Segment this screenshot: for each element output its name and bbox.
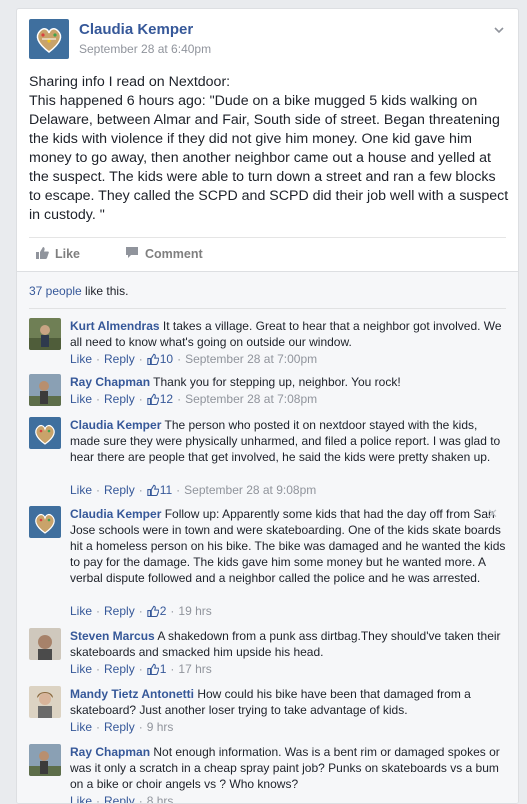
commenter-name[interactable]: Ray Chapman	[70, 375, 150, 389]
comment-meta: Like · Reply · 1 · 17 hrs	[70, 662, 212, 676]
comment-meta: Like · Reply · 11 · September 28 at 9:08…	[70, 483, 317, 497]
comment-like-link[interactable]: Like	[70, 720, 92, 734]
comment-meta: Like · Reply · 12 · September 28 at 7:08…	[70, 392, 318, 406]
author-avatar[interactable]	[29, 19, 69, 59]
commenter-name[interactable]: Ray Chapman	[70, 745, 150, 759]
comment-text: Steven Marcus A shakedown from a punk as…	[70, 628, 510, 660]
comment-timestamp[interactable]: 8 hrs	[147, 794, 174, 803]
like-button-label: Like	[55, 247, 81, 261]
comment-reply-link[interactable]: Reply	[104, 352, 135, 366]
comment-like-link[interactable]: Like	[70, 352, 92, 366]
comment-text: Claudia Kemper Follow up: Apparently som…	[70, 506, 510, 586]
thumbs-up-icon	[147, 393, 159, 405]
comment-like-count[interactable]: 11	[147, 483, 172, 497]
commenter-avatar[interactable]	[29, 374, 61, 406]
comment-text: Kurt Almendras It takes a village. Great…	[70, 318, 510, 350]
commenter-name[interactable]: Claudia Kemper	[70, 507, 161, 521]
post-body-text: Sharing info I read on Nextdoor: This ha…	[29, 74, 509, 223]
comment-body: Thank you for stepping up, neighbor. You…	[153, 375, 401, 389]
thumbs-up-icon	[35, 246, 49, 262]
commenter-avatar[interactable]	[29, 506, 61, 538]
divider	[29, 308, 506, 309]
comment-meta: Like · Reply · 8 hrs	[70, 794, 174, 803]
comment-timestamp[interactable]: September 28 at 7:00pm	[185, 352, 317, 366]
commenter-avatar[interactable]	[29, 744, 61, 776]
commenter-name[interactable]: Kurt Almendras	[70, 319, 160, 333]
like-button[interactable]: Like	[35, 246, 80, 262]
chevron-down-icon[interactable]	[492, 23, 506, 37]
likes-summary: 37 people like this.	[29, 284, 128, 298]
commenter-avatar[interactable]	[29, 628, 61, 660]
comment-text: Ray Chapman Not enough information. Was …	[70, 744, 510, 792]
comments-section: 37 people like this. Kurt Almendras It t…	[17, 271, 518, 803]
comment-like-link[interactable]: Like	[70, 662, 92, 676]
thumbs-up-icon	[147, 605, 159, 617]
post-card: Claudia Kemper September 28 at 6:40pm Sh…	[16, 8, 519, 804]
thumbs-up-icon	[147, 484, 159, 496]
commenter-avatar[interactable]	[29, 318, 61, 350]
comment-timestamp[interactable]: 19 hrs	[178, 604, 211, 618]
comment-timestamp[interactable]: 17 hrs	[178, 662, 211, 676]
comment-meta: Like · Reply · 10 · September 28 at 7:00…	[70, 352, 318, 366]
comment-like-number: 12	[159, 392, 174, 406]
comment-like-link[interactable]: Like	[70, 483, 92, 497]
thumbs-up-icon	[147, 353, 159, 365]
comment-like-number: 10	[159, 352, 174, 366]
comment-like-number: 11	[159, 483, 173, 497]
commenter-avatar[interactable]	[29, 417, 61, 449]
likes-suffix: like this.	[81, 284, 129, 298]
comment-timestamp[interactable]: September 28 at 9:08pm	[184, 483, 316, 497]
comment-reply-link[interactable]: Reply	[104, 604, 135, 618]
comment-text: Mandy Tietz Antonetti How could his bike…	[70, 686, 510, 718]
comment-button-label: Comment	[145, 247, 203, 261]
commenter-name[interactable]: Claudia Kemper	[70, 418, 161, 432]
commenter-avatar[interactable]	[29, 686, 61, 718]
thumbs-up-icon	[147, 663, 159, 675]
commenter-name[interactable]: Mandy Tietz Antonetti	[70, 687, 194, 701]
comment-reply-link[interactable]: Reply	[104, 794, 135, 803]
post-timestamp[interactable]: September 28 at 6:40pm	[79, 42, 211, 56]
comment-reply-link[interactable]: Reply	[104, 483, 135, 497]
comment-like-link[interactable]: Like	[70, 604, 92, 618]
comment-text: Claudia Kemper The person who posted it …	[70, 417, 510, 465]
likes-count-link[interactable]: 37 people	[29, 284, 82, 298]
post-header: Claudia Kemper September 28 at 6:40pm	[29, 19, 506, 65]
comment-meta: Like · Reply · 2 · 19 hrs	[70, 604, 212, 618]
post-author-name[interactable]: Claudia Kemper	[79, 21, 193, 38]
comment-reply-link[interactable]: Reply	[104, 720, 135, 734]
comment-reply-link[interactable]: Reply	[104, 392, 135, 406]
comment-like-count[interactable]: 10	[147, 352, 173, 366]
comment-timestamp[interactable]: 9 hrs	[147, 720, 174, 734]
comment-like-link[interactable]: Like	[70, 794, 92, 803]
comment-like-number: 2	[159, 604, 167, 618]
comment-meta: Like · Reply · 9 hrs	[70, 720, 174, 734]
comment-like-number: 1	[159, 662, 167, 676]
comment-like-link[interactable]: Like	[70, 392, 92, 406]
comment-like-count[interactable]: 12	[147, 392, 173, 406]
commenter-name[interactable]: Steven Marcus	[70, 629, 155, 643]
comment-text: Ray Chapman Thank you for stepping up, n…	[70, 374, 510, 390]
comment-bubble-icon	[125, 246, 139, 262]
close-icon[interactable]: ✕	[487, 506, 498, 522]
comment-timestamp[interactable]: September 28 at 7:08pm	[185, 392, 317, 406]
comment-like-count[interactable]: 1	[147, 662, 167, 676]
comment-button[interactable]: Comment	[125, 246, 203, 262]
comment-like-count[interactable]: 2	[147, 604, 167, 618]
post-action-bar: Like Comment	[29, 237, 506, 269]
comment-reply-link[interactable]: Reply	[104, 662, 135, 676]
